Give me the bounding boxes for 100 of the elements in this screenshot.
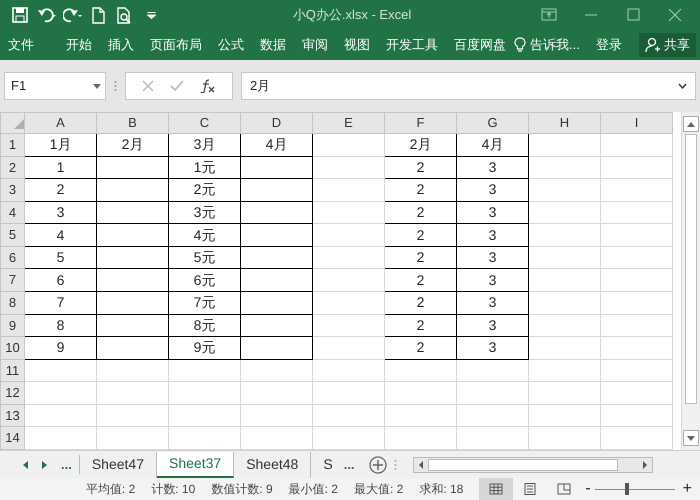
table-cell[interactable]: 3: [456, 268, 528, 292]
horizontal-scrollbar[interactable]: [412, 456, 653, 472]
name-box[interactable]: F1: [4, 72, 106, 100]
scroll-thumb[interactable]: [428, 458, 618, 470]
grip-icon[interactable]: [394, 458, 397, 470]
table-cell[interactable]: 4: [24, 224, 96, 246]
check-icon[interactable]: [170, 80, 184, 92]
table-cell[interactable]: 3: [456, 291, 528, 314]
row-header[interactable]: 11: [0, 359, 24, 382]
column-header[interactable]: C: [168, 112, 240, 134]
table-cell[interactable]: 1月: [24, 134, 96, 156]
sheet-tab[interactable]: Sheet37: [157, 452, 234, 478]
row-header[interactable]: 14: [0, 426, 24, 450]
table-cell[interactable]: 2: [384, 291, 456, 314]
table-cell[interactable]: 3: [456, 156, 528, 179]
row-header[interactable]: 9: [0, 314, 24, 337]
row-header[interactable]: 3: [0, 178, 24, 202]
ribbon-tab[interactable]: 页面布局: [142, 30, 210, 60]
zoom-out-button[interactable]: -: [585, 477, 591, 500]
table-cell[interactable]: 3月: [168, 134, 240, 156]
table-cell[interactable]: 1元: [168, 156, 240, 179]
column-header[interactable]: G: [456, 112, 528, 134]
table-cell[interactable]: 5元: [168, 246, 240, 269]
scroll-thumb[interactable]: [685, 134, 697, 404]
table-cell[interactable]: 3: [24, 201, 96, 224]
formula-field[interactable]: 2月: [241, 72, 696, 100]
table-cell[interactable]: 3: [456, 224, 528, 246]
row-header[interactable]: 8: [0, 291, 24, 314]
table-cell[interactable]: 2月: [96, 134, 168, 156]
table-cell[interactable]: 8: [24, 314, 96, 337]
table-cell[interactable]: 4月: [240, 134, 312, 156]
table-cell[interactable]: 7元: [168, 291, 240, 314]
ribbon-tab[interactable]: 开始: [58, 30, 100, 60]
row-header[interactable]: 4: [0, 201, 24, 224]
table-cell[interactable]: 8元: [168, 314, 240, 337]
more-sheets-button[interactable]: ...: [336, 454, 362, 474]
sign-in-link[interactable]: 登录: [588, 30, 630, 60]
ribbon-tab[interactable]: 插入: [100, 30, 142, 60]
table-cell[interactable]: 3: [456, 314, 528, 337]
table-cell[interactable]: 2: [384, 246, 456, 269]
row-header[interactable]: 2: [0, 156, 24, 179]
column-header[interactable]: A: [24, 112, 96, 134]
column-header[interactable]: H: [528, 112, 600, 134]
table-cell[interactable]: 2: [384, 201, 456, 224]
share-button[interactable]: 共享: [639, 33, 696, 57]
ribbon-tab[interactable]: 文件: [0, 30, 42, 60]
column-header[interactable]: B: [96, 112, 168, 134]
ribbon-tab[interactable]: 公式: [210, 30, 252, 60]
table-cell[interactable]: 3: [456, 336, 528, 360]
more-sheets-button[interactable]: ...: [54, 454, 80, 474]
table-cell[interactable]: 1: [24, 156, 96, 179]
ribbon-tab[interactable]: 视图: [336, 30, 378, 60]
expand-icon[interactable]: [678, 83, 687, 89]
table-cell[interactable]: 4元: [168, 224, 240, 246]
table-cell[interactable]: 6元: [168, 268, 240, 292]
table-cell[interactable]: 2: [384, 336, 456, 360]
slider-thumb[interactable]: [624, 483, 629, 495]
vertical-scrollbar[interactable]: [681, 112, 700, 450]
dropdown-icon[interactable]: [93, 84, 101, 88]
table-cell[interactable]: 6: [24, 268, 96, 292]
table-cell[interactable]: 2: [384, 156, 456, 179]
function-icon[interactable]: [200, 79, 216, 93]
close-icon[interactable]: [666, 6, 684, 24]
table-cell[interactable]: 2元: [168, 178, 240, 202]
table-cell[interactable]: 2: [384, 268, 456, 292]
table-cell[interactable]: 3: [456, 178, 528, 202]
grip-icon[interactable]: [114, 80, 117, 92]
column-header[interactable]: I: [600, 112, 672, 134]
table-cell[interactable]: 2: [384, 314, 456, 337]
table-cell[interactable]: 9元: [168, 336, 240, 360]
row-header[interactable]: 13: [0, 404, 24, 427]
ribbon-tab[interactable]: 审阅: [294, 30, 336, 60]
zoom-in-button[interactable]: +: [682, 477, 692, 500]
scroll-down-button[interactable]: [683, 430, 699, 446]
table-cell[interactable]: 7: [24, 291, 96, 314]
row-header[interactable]: 1: [0, 134, 24, 156]
ribbon-tab[interactable]: 数据: [252, 30, 294, 60]
table-cell[interactable]: 2: [24, 178, 96, 202]
table-cell[interactable]: 4月: [456, 134, 528, 156]
row-header[interactable]: 12: [0, 382, 24, 404]
tell-me-field[interactable]: 告诉我...: [526, 30, 588, 60]
table-cell[interactable]: 2: [384, 224, 456, 246]
table-cell[interactable]: 3元: [168, 201, 240, 224]
scroll-up-button[interactable]: [683, 116, 699, 132]
table-cell[interactable]: 2: [384, 178, 456, 202]
column-header[interactable]: E: [312, 112, 384, 134]
table-cell[interactable]: 2月: [384, 134, 456, 156]
ribbon-tab[interactable]: 开发工具: [378, 30, 446, 60]
table-cell[interactable]: 3: [456, 201, 528, 224]
table-cell[interactable]: 3: [456, 246, 528, 269]
column-header[interactable]: D: [240, 112, 312, 134]
column-header[interactable]: F: [384, 112, 456, 134]
table-cell[interactable]: 9: [24, 336, 96, 360]
sheet-tab[interactable]: S: [311, 452, 337, 478]
normal-view-button[interactable]: [479, 478, 514, 500]
row-header[interactable]: 10: [0, 336, 24, 360]
row-header[interactable]: 6: [0, 246, 24, 269]
row-header[interactable]: 7: [0, 268, 24, 292]
ribbon-tab[interactable]: 百度网盘: [446, 30, 514, 60]
table-cell[interactable]: 5: [24, 246, 96, 269]
